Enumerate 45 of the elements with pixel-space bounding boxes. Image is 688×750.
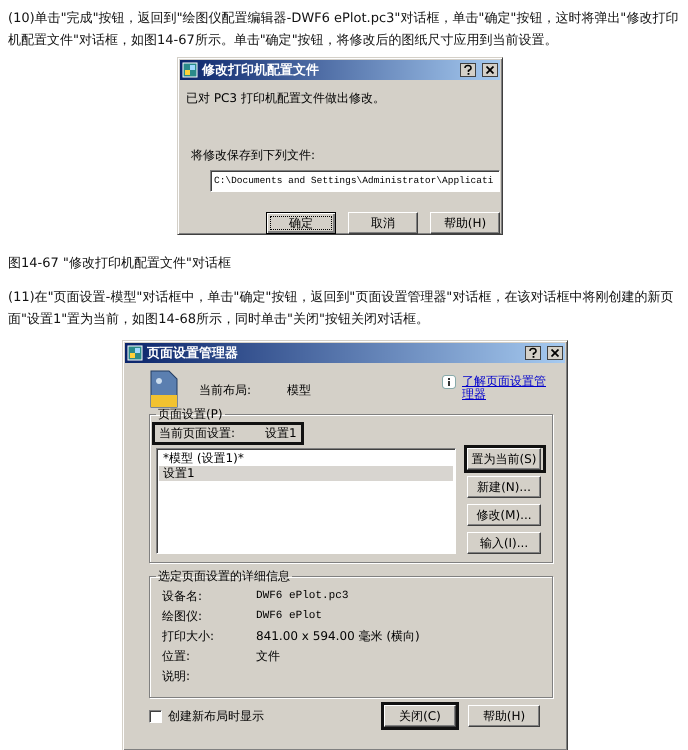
help-link[interactable]: 了解页面设置管理器	[462, 375, 557, 401]
detail-value: DWF6 ePlot.pc3	[256, 589, 350, 604]
detail-label: 位置:	[162, 648, 192, 665]
help-button[interactable]: 帮助(H)	[430, 212, 500, 234]
field-label: 将修改保存到下列文件:	[191, 147, 316, 164]
help-button[interactable]	[525, 346, 541, 360]
field-value: 模型	[287, 383, 312, 398]
dialog-button[interactable]: 置为当前(S)	[467, 448, 541, 470]
ok-button[interactable]: 确定	[266, 212, 336, 234]
field-label: 当前页面设置:	[159, 426, 236, 441]
dialog-button[interactable]: 修改(M)...	[467, 504, 541, 526]
close-icon[interactable]	[547, 346, 563, 360]
dialog-button[interactable]: 关闭(C)	[384, 705, 456, 727]
window-title: 页面设置管理器	[147, 346, 239, 360]
field-value: 设置1	[265, 426, 297, 441]
detail-label: 说明:	[162, 668, 192, 685]
app-icon	[182, 62, 198, 78]
close-icon[interactable]	[482, 63, 498, 77]
info-icon	[442, 375, 456, 389]
checkbox-label: 创建新布局时显示	[168, 708, 264, 724]
detail-label: 设备名:	[162, 588, 204, 605]
cancel-button[interactable]: 取消	[348, 212, 418, 234]
paragraph: 图14-67 "修改打印机配置文件"对话框	[8, 255, 232, 273]
file-path-field[interactable]: C:\Documents and Settings\Administrator\Applicati	[210, 170, 500, 192]
detail-label: 打印大小:	[162, 628, 216, 645]
paragraph: (11)在"页面设置-模型"对话框中，单击"确定"按钮，返回到"页面设置管理器"对话框，在该对话框中将刚创建的新页面"设置1"置为当前，如图14-68所示，同时单击"关闭"按钮关闭对话框。	[8, 289, 674, 329]
group-title: 页面设置(P)	[157, 407, 224, 422]
app-icon	[127, 345, 143, 361]
list-item[interactable]: 设置1	[159, 466, 453, 481]
detail-label: 绘图仪:	[162, 608, 204, 625]
field-label: 当前布局:	[199, 383, 252, 398]
paragraph: (10)单击"完成"按钮，返回到"绘图仪配置编辑器-DWF6 ePlot.pc3"对话框，单击"确定"按钮，这时将弹出"修改打印机配置文件"对话框，如图14-67所示。单击"确定"按钮，将修改后的图纸尺寸应用到当前设置。	[8, 10, 680, 50]
group-title: 选定页面设置的详细信息	[157, 569, 291, 584]
detail-value: 文件	[256, 648, 281, 665]
detail-value: DWF6 ePlot	[256, 609, 324, 624]
message-text: 已对 PC3 打印机配置文件做出修改。	[186, 90, 386, 107]
dialog-button[interactable]: 输入(I)...	[467, 532, 541, 554]
dialog-button[interactable]: 帮助(H)	[468, 705, 540, 727]
help-button[interactable]	[460, 63, 476, 77]
list-item[interactable]: *模型 (设置1)*	[159, 451, 453, 466]
dialog-button[interactable]: 新建(N)...	[467, 476, 541, 498]
checkbox[interactable]	[149, 710, 162, 722]
window-title: 修改打印机配置文件	[202, 62, 320, 79]
dwg-file-icon	[149, 369, 179, 409]
detail-value: 841.00 x 594.00 毫米 (横向)	[256, 628, 421, 645]
